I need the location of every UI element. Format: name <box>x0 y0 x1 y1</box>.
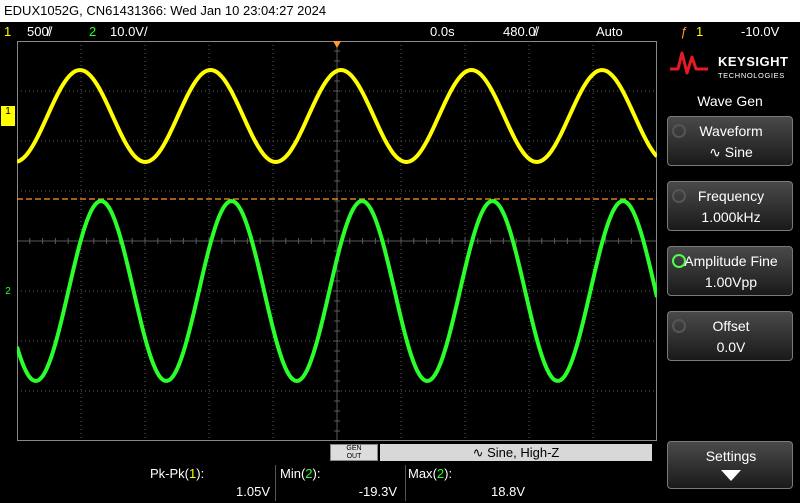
measurement-label[interactable]: Max(2): <box>408 466 452 481</box>
time-scale[interactable]: 480.0̸/ <box>503 22 539 41</box>
trigger-icon: ƒ <box>680 24 688 39</box>
ch2-scale[interactable]: 10.0V/ <box>110 22 148 41</box>
softkey-label: Frequency <box>697 188 765 204</box>
measurement-value: -19.3V <box>358 484 397 499</box>
ch1-number[interactable]: 1 <box>4 22 11 41</box>
softkey-value: 1.00Vpp <box>704 274 758 290</box>
out-label: OUT <box>346 453 362 460</box>
wavegen-status: ∿ Sine, High-Z <box>380 444 652 461</box>
softkey-value: ∿ Sine <box>709 144 753 160</box>
softkey-value: 1.000kHz <box>701 209 761 225</box>
frequency-softkey[interactable]: Frequency 1.000kHz <box>667 181 793 231</box>
amplitude-fine-softkey[interactable]: Amplitude Fine 1.00Vpp <box>667 246 793 296</box>
divider <box>275 465 276 501</box>
measurement-bar: Pk-Pk(1): 1.05V Min(2): -19.3V Max(2): 1… <box>0 463 657 503</box>
measurement-value: 1.05V <box>236 484 270 499</box>
softkey-label: Settings <box>705 448 757 464</box>
divider <box>405 465 406 501</box>
measurement-value: 18.8V <box>491 484 525 499</box>
trigger-channel: 1 <box>696 24 704 39</box>
ch1-marker-label: 1 <box>5 106 11 117</box>
ch1-ground-marker[interactable]: 1 <box>1 106 15 126</box>
trigger-mode[interactable]: Auto <box>596 22 623 41</box>
trigger-level[interactable]: -10.0V <box>741 22 779 41</box>
keysight-wave-icon <box>670 51 708 75</box>
ch2-ground-marker[interactable]: 2 <box>1 286 15 300</box>
title-bar: EDUX1052G, CN61431366: Wed Jan 10 23:04:… <box>0 0 800 22</box>
measurement-label[interactable]: Pk-Pk(1): <box>150 466 204 481</box>
ch1-scale[interactable]: 500̸/ <box>27 22 52 41</box>
waveform-display[interactable] <box>17 41 657 441</box>
waveform-softkey[interactable]: Waveform ∿ Sine <box>667 116 793 166</box>
chevron-down-icon <box>721 470 741 481</box>
ch2-number[interactable]: 2 <box>89 22 96 41</box>
softkey-label: Waveform <box>699 123 763 139</box>
logo-subtitle: TECHNOLOGIES <box>718 71 785 80</box>
offset-softkey[interactable]: Offset 0.0V <box>667 311 793 361</box>
keysight-logo: KEYSIGHT TECHNOLOGIES <box>668 47 792 81</box>
waveform-graticule <box>17 41 657 441</box>
logo-name: KEYSIGHT <box>718 54 789 69</box>
softkey-panel: KEYSIGHT TECHNOLOGIES Wave Gen Waveform … <box>660 41 800 503</box>
menu-title: Wave Gen <box>660 89 800 113</box>
softkey-label: Amplitude Fine <box>684 253 778 269</box>
ch2-marker-label: 2 <box>5 286 11 297</box>
softkey-value: 0.0V <box>716 339 746 355</box>
status-bar: 1 500̸/ 2 10.0V/ 0.0s 480.0̸/ Auto ƒ 1 -… <box>0 22 800 41</box>
softkey-label: Offset <box>712 318 750 334</box>
time-position[interactable]: 0.0s <box>430 22 455 41</box>
settings-softkey[interactable]: Settings <box>667 441 793 489</box>
gen-label: GEN <box>346 445 362 452</box>
measurement-label[interactable]: Min(2): <box>280 466 320 481</box>
gen-out-button[interactable]: GEN OUT <box>330 444 378 461</box>
